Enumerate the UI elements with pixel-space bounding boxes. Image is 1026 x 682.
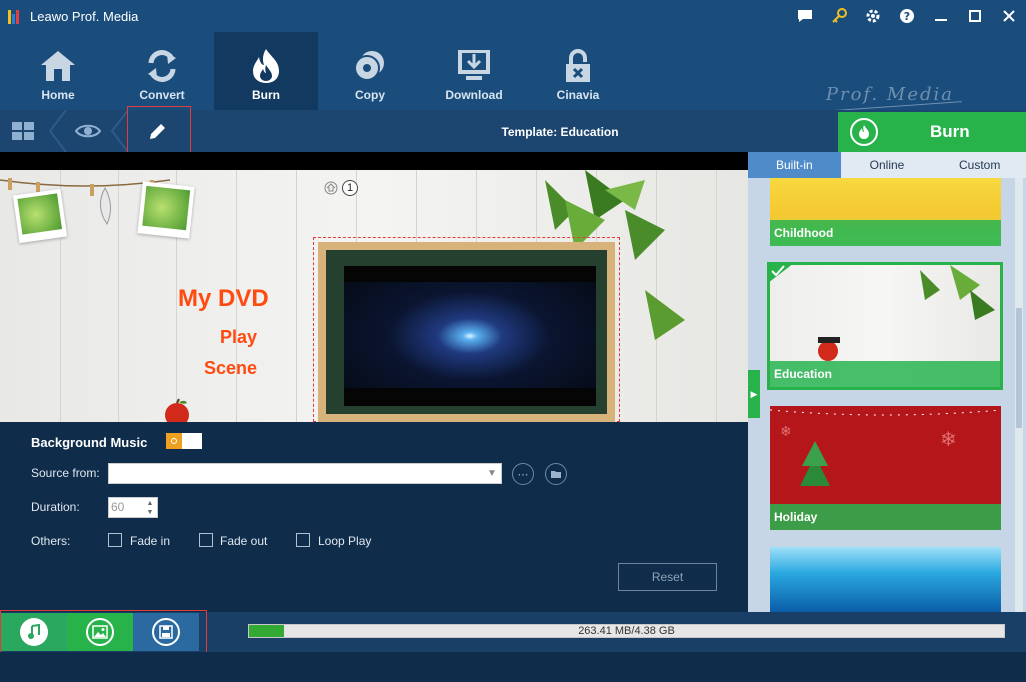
toolbar-download[interactable]: Download (422, 32, 526, 110)
toolbar-cinavia[interactable]: Cinavia (526, 32, 630, 110)
template-label: Holiday (770, 504, 1001, 530)
toolbar-cinavia-label: Cinavia (556, 88, 600, 102)
tab-custom[interactable]: Custom (933, 152, 1026, 178)
toolbar-copy[interactable]: Copy (318, 32, 422, 110)
toolbar-burn[interactable]: Burn (214, 32, 318, 110)
background-video-preview[interactable] (344, 266, 596, 406)
template-label: Childhood (770, 220, 1001, 246)
template-tabs: Built-in Online Custom (748, 152, 1026, 178)
tab-online[interactable]: Online (840, 152, 934, 178)
fade-out-label: Fade out (220, 534, 268, 548)
collapse-panel-button[interactable]: ▶ (748, 370, 760, 418)
template-label: Education (770, 361, 1000, 387)
maximize-button[interactable] (958, 0, 992, 32)
more-options-icon[interactable]: ⋯ (512, 463, 534, 485)
template-ocean[interactable] (770, 547, 1001, 612)
breadcrumb-separator (48, 110, 67, 152)
stepper-arrows-icon[interactable]: ▲ ▼ (144, 499, 156, 517)
background-music-toggle[interactable] (166, 433, 202, 449)
burn-icon (246, 46, 286, 86)
template-childhood[interactable]: Childhood (770, 178, 1001, 246)
source-from-label: Source from: (31, 466, 100, 480)
settings-gear-icon[interactable] (856, 0, 890, 32)
template-education[interactable]: Education (767, 262, 1003, 390)
photo-decoration (12, 188, 68, 244)
template-holiday[interactable]: ❄ ❄ Holiday (770, 406, 1001, 530)
burn-button[interactable]: Burn (838, 112, 1026, 152)
copy-icon (350, 46, 390, 86)
burn-button-label: Burn (930, 122, 970, 141)
download-icon (454, 46, 494, 86)
svg-text:?: ? (904, 10, 910, 23)
toolbar-convert[interactable]: Convert (110, 32, 214, 110)
menu-scene-button[interactable]: Scene (204, 358, 257, 379)
home-icon (38, 46, 78, 86)
fade-in-checkbox[interactable] (108, 533, 122, 547)
preview-top-strip (0, 152, 748, 170)
scrollbar-thumb[interactable] (1016, 308, 1022, 428)
register-key-icon[interactable] (822, 0, 856, 32)
toolbar-convert-label: Convert (139, 88, 185, 102)
title-bar: Leawo Prof. Media ? (0, 0, 1026, 32)
svg-text:❄: ❄ (780, 424, 792, 440)
edit-pencil-icon (147, 122, 167, 147)
template-title: Template: Education (501, 125, 619, 139)
open-folder-icon[interactable] (545, 463, 567, 485)
chevron-down-icon: ▼ (487, 468, 497, 479)
main-toolbar: Home Convert Burn Copy Download Cinavia … (0, 32, 1026, 112)
tab-built-in[interactable]: Built-in (748, 152, 841, 178)
duration-label: Duration: (31, 500, 80, 514)
page-number[interactable]: 1 (342, 180, 358, 196)
loop-play-label: Loop Play (318, 534, 372, 548)
home-page-icon[interactable] (324, 181, 338, 195)
preview-eye-icon[interactable] (74, 122, 102, 140)
fade-in-label: Fade in (130, 534, 171, 548)
cinavia-icon (558, 46, 598, 86)
fade-out-checkbox[interactable] (199, 533, 213, 547)
footer-strip (0, 652, 1026, 682)
photo-decoration (137, 181, 195, 239)
feedback-icon[interactable] (788, 0, 822, 32)
source-from-dropdown[interactable]: ▼ (108, 463, 502, 484)
menu-play-button[interactable]: Play (220, 327, 257, 348)
selected-check-icon (768, 263, 794, 283)
disc-capacity-text: 263.41 MB/4.38 GB (578, 625, 675, 637)
toolbar-copy-label: Copy (355, 88, 385, 102)
page-indicator: 1 (324, 180, 358, 196)
loop-play-checkbox[interactable] (296, 533, 310, 547)
template-scrollbar[interactable] (1015, 178, 1023, 612)
duration-value: 60 (111, 500, 125, 514)
toolbar-download-label: Download (445, 88, 503, 102)
toolbar-burn-label: Burn (252, 88, 280, 102)
app-logo-icon (8, 8, 24, 24)
close-button[interactable] (992, 0, 1026, 32)
bottom-tabs-selection (0, 610, 207, 654)
toolbar-home[interactable]: Home (6, 32, 110, 110)
help-icon[interactable]: ? (890, 0, 924, 32)
brand-logo: Prof. Media (825, 84, 954, 105)
burn-flame-icon (850, 118, 878, 146)
feather-decoration (100, 186, 111, 226)
background-music-title: Background Music (31, 435, 148, 450)
app-title: Leawo Prof. Media (30, 8, 139, 24)
reset-button[interactable]: Reset (618, 563, 717, 591)
duration-stepper[interactable]: 60 ▲ ▼ (108, 497, 158, 518)
grid-view-icon[interactable] (12, 122, 34, 140)
apple-decoration (165, 398, 189, 425)
toolbar-home-label: Home (41, 88, 75, 102)
others-label: Others: (31, 534, 71, 548)
minimize-button[interactable] (924, 0, 958, 32)
chalkboard-frame (318, 242, 615, 422)
disc-capacity-bar: 263.41 MB/4.38 GB (248, 624, 1005, 638)
svg-text:❄: ❄ (940, 427, 957, 451)
menu-title-text[interactable]: My DVD (178, 285, 269, 313)
convert-icon (142, 46, 182, 86)
